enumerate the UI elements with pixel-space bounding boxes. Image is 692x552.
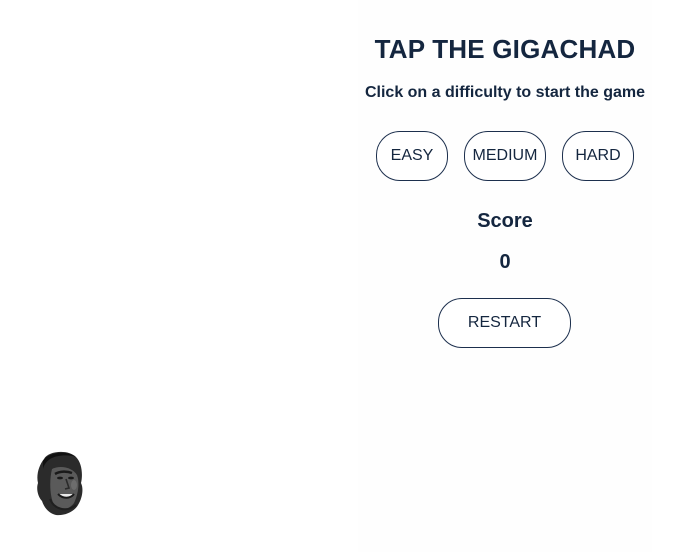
score-label: Score	[477, 210, 533, 232]
game-page: TAP THE GIGACHAD Click on a difficulty t…	[0, 0, 692, 552]
control-panel	[358, 0, 652, 552]
game-title: TAP THE GIGACHAD	[374, 34, 636, 64]
gigachad-face-icon[interactable]	[34, 449, 86, 517]
easy-button[interactable]: EASY	[376, 131, 448, 181]
game-instruction: Click on a difficulty to start the game	[364, 84, 646, 101]
hard-button[interactable]: HARD	[562, 131, 634, 181]
score-value: 0	[499, 251, 511, 273]
medium-button[interactable]: MEDIUM	[464, 131, 546, 181]
restart-button[interactable]: RESTART	[438, 298, 571, 348]
